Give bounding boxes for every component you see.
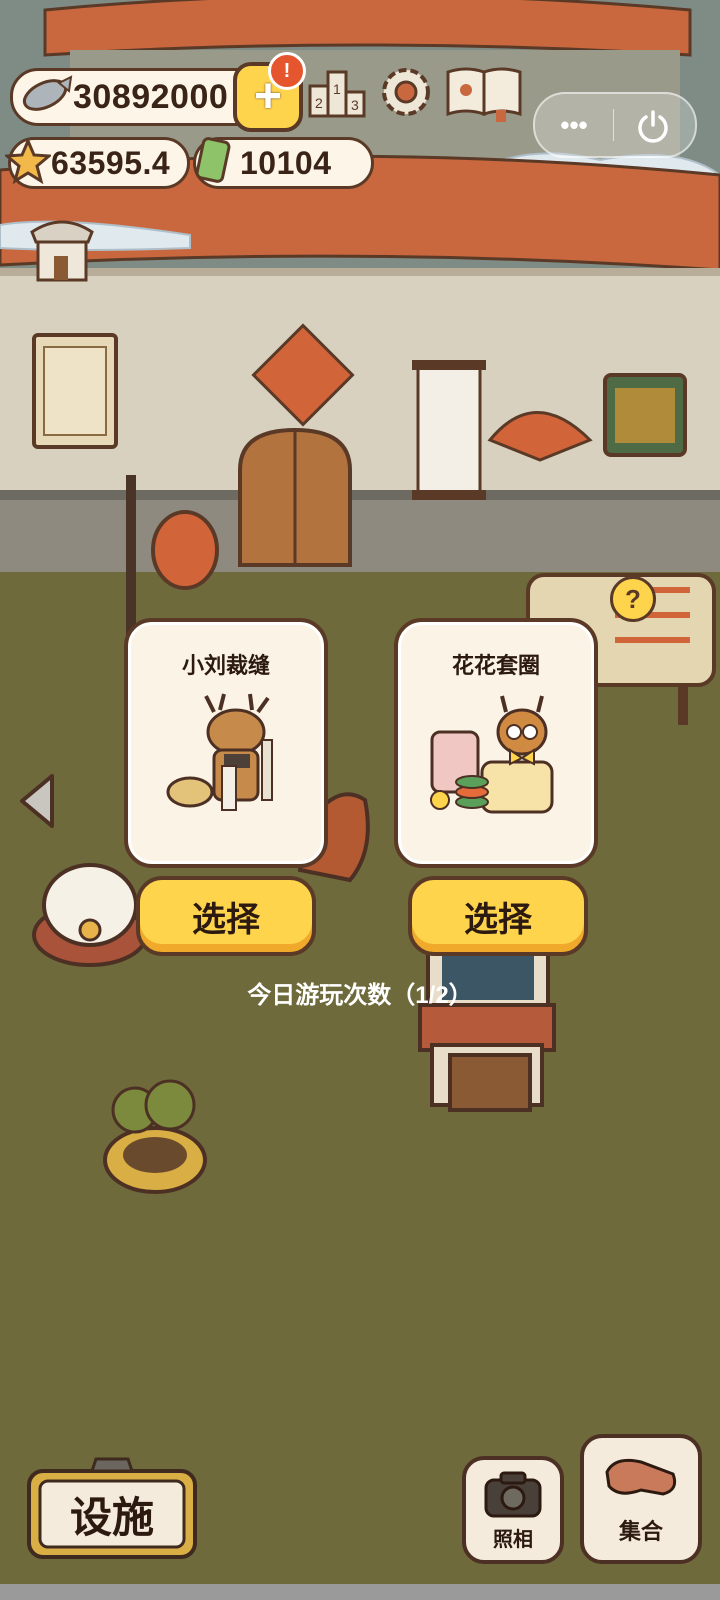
gather-button[interactable]: 集合 xyxy=(580,1434,702,1564)
facility-label: 设施 xyxy=(69,1493,154,1541)
chevron-left-icon xyxy=(20,774,54,828)
star-icon xyxy=(3,136,53,189)
help-badge[interactable]: ? xyxy=(610,576,656,622)
game-card-ring-toss[interactable]: 花花套圈 xyxy=(394,618,598,868)
power-icon xyxy=(638,110,668,143)
podium-icon: 213 xyxy=(308,70,366,118)
more-options-button[interactable]: ••• xyxy=(535,110,613,141)
star-currency-bar: 63595.4 xyxy=(3,136,190,189)
facility-button[interactable]: 设施 xyxy=(26,1455,198,1559)
previous-arrow-button[interactable] xyxy=(14,770,58,832)
scene-background xyxy=(0,0,720,1600)
shop-icon xyxy=(30,220,94,282)
svg-text:3: 3 xyxy=(351,97,359,113)
whistle-icon xyxy=(605,1458,677,1496)
ticket-amount: 10104 xyxy=(240,144,332,181)
gear-icon xyxy=(382,68,430,116)
svg-text:1: 1 xyxy=(333,81,341,97)
close-miniprogram-button[interactable] xyxy=(614,107,692,143)
card-title: 花花套圈 xyxy=(451,653,540,678)
photo-label: 照相 xyxy=(493,1529,533,1551)
ticket-currency-bar: 10104 xyxy=(192,136,374,191)
star-amount: 63595.4 xyxy=(51,144,171,181)
daily-play-count: 今日游玩次数（1/2） xyxy=(247,982,473,1009)
handbook-button[interactable] xyxy=(444,62,524,122)
game-scene: 30892000 + ! 63595.4 10104 213 ••• ? 小刘裁… xyxy=(0,0,720,1600)
fish-amount: 30892000 xyxy=(73,77,229,116)
book-icon xyxy=(446,67,522,122)
select-button-tailor[interactable]: 选择 xyxy=(136,876,316,956)
game-card-tailor[interactable]: 小刘裁缝 xyxy=(124,618,328,868)
shop-button[interactable] xyxy=(28,212,96,284)
fish-icon xyxy=(19,74,73,120)
card-title: 小刘裁缝 xyxy=(181,653,270,678)
ticket-icon xyxy=(192,136,236,191)
moose-tailor-illustration xyxy=(166,693,273,811)
svg-text:2: 2 xyxy=(315,95,323,111)
mini-program-capsule: ••• xyxy=(533,92,697,158)
settings-button[interactable] xyxy=(376,62,436,122)
photo-button[interactable]: 照相 xyxy=(462,1456,564,1564)
ranking-button[interactable]: 213 xyxy=(306,64,368,120)
camera-icon xyxy=(484,1471,542,1518)
gather-label: 集合 xyxy=(618,1519,663,1544)
notification-badge: ! xyxy=(268,52,306,90)
select-button-ring-toss[interactable]: 选择 xyxy=(408,876,588,956)
ring-toss-illustration xyxy=(430,695,554,814)
